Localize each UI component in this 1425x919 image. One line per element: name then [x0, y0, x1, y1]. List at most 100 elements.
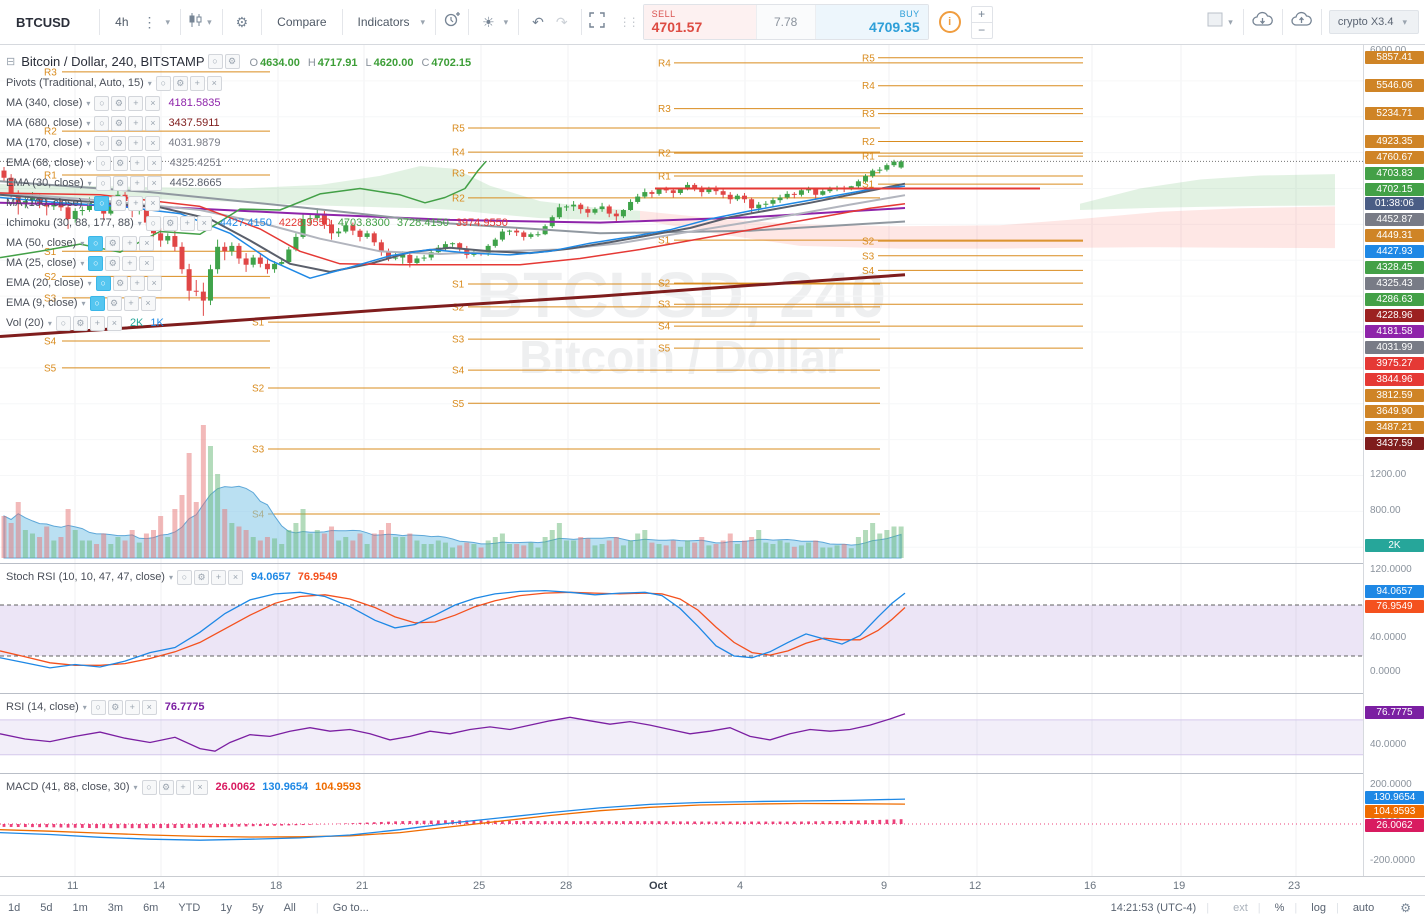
indicator-legend-row[interactable]: MA (50, close) ▾ ○ ⚙ + ×	[6, 233, 515, 253]
timezone-gear-icon[interactable]: ⚙	[1394, 902, 1417, 914]
chart-style-icon[interactable]	[188, 12, 204, 33]
load-chart-cloud-icon[interactable]	[1251, 11, 1275, 34]
indicator-add-icon[interactable]: +	[128, 195, 144, 211]
indicator-close-icon[interactable]: ×	[145, 95, 161, 111]
sell-button[interactable]: SELL 4701.57	[643, 5, 756, 39]
rsi-pane[interactable]: RSI (14, close) ▾ ○ ⚙ + × 76.7775	[0, 693, 1363, 773]
price-axis[interactable]: 6000.001200.00800.00400.005857.415546.06…	[1363, 45, 1425, 876]
indicator-settings-icon[interactable]: ⚙	[112, 275, 128, 291]
indicator-legend-row[interactable]: EMA (9, close) ▾ ○ ⚙ + ×	[6, 293, 515, 313]
stoch-rsi-legend-row[interactable]: Stoch RSI (10, 10, 47, 47, close) ▾ ○ ⚙ …	[6, 567, 345, 587]
stoch-add-icon[interactable]: +	[211, 569, 226, 585]
redo-icon[interactable]: ↷	[550, 15, 574, 29]
indicator-legend-row[interactable]: MA (100, close) ▾ ○ ⚙ + ×	[6, 193, 515, 213]
macd-close-icon[interactable]: ×	[192, 779, 208, 795]
range-button-1y[interactable]: 1y	[220, 902, 232, 914]
macd-add-icon[interactable]: +	[175, 779, 191, 795]
indicator-close-icon[interactable]: ×	[140, 295, 156, 311]
series-settings-icon[interactable]: ⚙	[224, 53, 240, 69]
indicator-legend-row[interactable]: Vol (20) ▾ ○ ⚙ + × 2K 1K	[6, 313, 515, 333]
symbol-button[interactable]: BTCUSD	[6, 15, 92, 30]
compare-button[interactable]: Compare	[269, 15, 334, 29]
clock-label[interactable]: 14:21:53 (UTC-4)	[1111, 902, 1197, 914]
indicator-legend-row[interactable]: EMA (20, close) ▾ ○ ⚙ + ×	[6, 273, 515, 293]
stoch-close-icon[interactable]: ×	[228, 569, 243, 585]
indicator-eye-icon[interactable]: ○	[89, 295, 105, 311]
indicator-settings-icon[interactable]: ⚙	[111, 195, 127, 211]
indicator-add-icon[interactable]: +	[129, 275, 145, 291]
info-icon[interactable]: i	[938, 11, 961, 33]
indicator-add-icon[interactable]: +	[128, 95, 144, 111]
indicator-close-icon[interactable]: ×	[196, 215, 212, 231]
macd-settings-icon[interactable]: ⚙	[158, 779, 174, 795]
indicator-close-icon[interactable]: ×	[145, 135, 161, 151]
indicator-legend-row[interactable]: MA (170, close) ▾ ○ ⚙ + × 4031.9879	[6, 133, 515, 153]
indicator-add-icon[interactable]: +	[123, 295, 139, 311]
indicator-settings-icon[interactable]: ⚙	[106, 295, 122, 311]
scale-toggle-auto[interactable]: auto	[1353, 902, 1374, 914]
indicator-eye-icon[interactable]: ○	[94, 115, 110, 131]
indicator-legend-row[interactable]: MA (340, close) ▾ ○ ⚙ + × 4181.5835	[6, 93, 515, 113]
range-button-all[interactable]: All	[284, 902, 296, 914]
undo-icon[interactable]: ↶	[526, 15, 550, 29]
indicator-eye-icon[interactable]: ○	[88, 235, 104, 251]
layout-caret[interactable]: ▾	[1225, 17, 1236, 28]
indicator-eye-icon[interactable]: ○	[94, 95, 110, 111]
range-button-5y[interactable]: 5y	[252, 902, 264, 914]
scale-toggle-log[interactable]: log	[1311, 902, 1326, 914]
indicator-settings-icon[interactable]: ⚙	[72, 315, 88, 331]
theme-brightness-icon[interactable]: ☀	[476, 15, 501, 29]
indicator-add-icon[interactable]: +	[128, 115, 144, 131]
indicator-close-icon[interactable]: ×	[145, 195, 161, 211]
indicator-add-icon[interactable]: +	[179, 215, 195, 231]
stoch-eye-icon[interactable]: ○	[177, 569, 192, 585]
buy-button[interactable]: BUY 4709.35	[815, 5, 928, 39]
interval-dropdown-caret[interactable]: ▾	[163, 17, 174, 28]
indicators-button[interactable]: Indicators	[350, 15, 418, 29]
collapse-pane-icon[interactable]: ⊟	[6, 55, 15, 68]
indicator-close-icon[interactable]: ×	[106, 315, 122, 331]
interval-button[interactable]: 4h	[107, 15, 136, 29]
indicator-legend-row[interactable]: EMA (30, close) ▾ ○ ⚙ + × 4452.8665	[6, 173, 515, 193]
indicator-add-icon[interactable]: +	[129, 155, 145, 171]
zoom-in-button[interactable]: +	[971, 7, 992, 23]
goto-button[interactable]: Go to...	[333, 902, 369, 914]
indicator-eye-icon[interactable]: ○	[95, 155, 111, 171]
indicator-eye-icon[interactable]: ○	[94, 195, 110, 211]
rsi-close-icon[interactable]: ×	[141, 699, 157, 715]
rsi-settings-icon[interactable]: ⚙	[107, 699, 123, 715]
indicator-close-icon[interactable]: ×	[146, 155, 162, 171]
chart-properties-gear-icon[interactable]: ⚙	[230, 15, 255, 29]
range-button-ytd[interactable]: YTD	[178, 902, 200, 914]
saved-layout-button[interactable]: crypto X3.4 ▾	[1328, 10, 1419, 34]
theme-caret[interactable]: ▾	[501, 17, 512, 28]
scale-toggle-%[interactable]: %	[1275, 902, 1285, 914]
range-button-1d[interactable]: 1d	[8, 902, 20, 914]
macd-pane[interactable]: MACD (41, 88, close, 30) ▾ ○ ⚙ + × 26.00…	[0, 773, 1363, 876]
indicator-add-icon[interactable]: +	[129, 175, 145, 191]
stoch-rsi-pane[interactable]: Stoch RSI (10, 10, 47, 47, close) ▾ ○ ⚙ …	[0, 563, 1363, 693]
indicator-legend-row[interactable]: Pivots (Traditional, Auto, 15) ▾ ○ ⚙ + ×	[6, 73, 515, 93]
indicator-add-icon[interactable]: +	[189, 75, 205, 91]
indicator-add-icon[interactable]: +	[128, 135, 144, 151]
fullscreen-icon[interactable]	[588, 11, 605, 33]
indicator-close-icon[interactable]: ×	[206, 75, 222, 91]
indicator-settings-icon[interactable]: ⚙	[162, 215, 178, 231]
indicator-settings-icon[interactable]: ⚙	[111, 135, 127, 151]
indicator-close-icon[interactable]: ×	[146, 275, 162, 291]
indicator-add-icon[interactable]: +	[122, 235, 138, 251]
rsi-eye-icon[interactable]: ○	[90, 699, 106, 715]
indicator-settings-icon[interactable]: ⚙	[111, 115, 127, 131]
indicator-settings-icon[interactable]: ⚙	[105, 235, 121, 251]
indicator-legend-row[interactable]: MA (25, close) ▾ ○ ⚙ + ×	[6, 253, 515, 273]
indicator-eye-icon[interactable]: ○	[95, 175, 111, 191]
rsi-add-icon[interactable]: +	[124, 699, 140, 715]
rsi-legend-row[interactable]: RSI (14, close) ▾ ○ ⚙ + × 76.7775	[6, 697, 212, 717]
alert-icon[interactable]	[443, 11, 461, 34]
indicator-eye-icon[interactable]: ○	[155, 75, 171, 91]
indicator-settings-icon[interactable]: ⚙	[112, 155, 128, 171]
chart-style-caret[interactable]: ▾	[204, 17, 215, 28]
range-button-6m[interactable]: 6m	[143, 902, 158, 914]
indicator-close-icon[interactable]: ×	[146, 175, 162, 191]
scale-toggle-ext[interactable]: ext	[1233, 902, 1248, 914]
